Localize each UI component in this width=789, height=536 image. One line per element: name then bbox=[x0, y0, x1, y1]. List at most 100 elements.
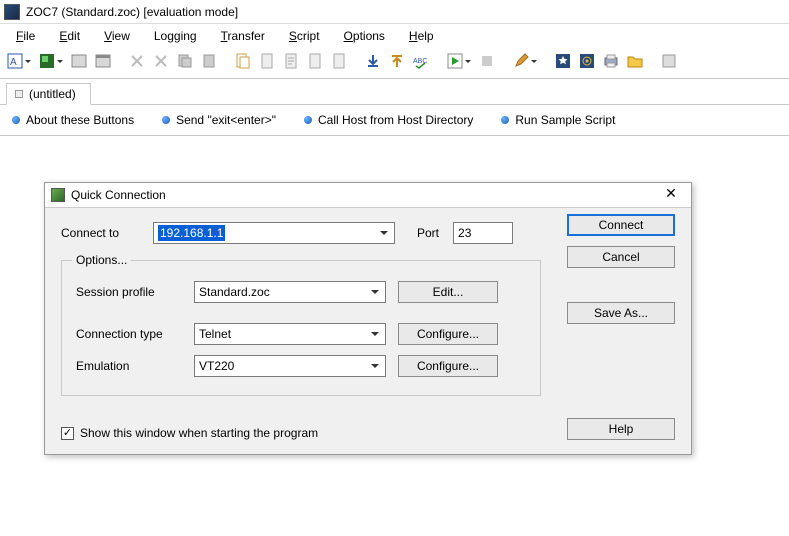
session-profile-combo[interactable]: Standard.zoc bbox=[194, 281, 386, 303]
edit-button[interactable]: Edit... bbox=[398, 281, 498, 303]
connect-button[interactable]: Connect bbox=[567, 214, 675, 236]
tb-doc3-icon[interactable] bbox=[280, 50, 302, 72]
titlebar: ZOC7 (Standard.zoc) [evaluation mode] bbox=[0, 0, 789, 24]
menu-logging[interactable]: Logging bbox=[142, 26, 209, 46]
options-group: Options... Session profile Standard.zoc … bbox=[61, 260, 541, 396]
configure-connection-button[interactable]: Configure... bbox=[398, 323, 498, 345]
menu-file[interactable]: File bbox=[4, 26, 47, 46]
menu-options[interactable]: Options bbox=[332, 26, 397, 46]
tb-window2-icon[interactable] bbox=[92, 50, 114, 72]
menu-script[interactable]: Script bbox=[277, 26, 332, 46]
cancel-button[interactable]: Cancel bbox=[567, 246, 675, 268]
app-icon bbox=[4, 4, 20, 20]
connection-type-row: Connection type Telnet Configure... bbox=[76, 323, 526, 345]
button-label: Configure... bbox=[417, 359, 479, 373]
tb-download-icon[interactable] bbox=[362, 50, 384, 72]
port-value: 23 bbox=[458, 226, 471, 240]
configure-emulation-button[interactable]: Configure... bbox=[398, 355, 498, 377]
linkrow: About these Buttons Send "exit<enter>" C… bbox=[0, 105, 789, 136]
tb-sep bbox=[222, 50, 230, 72]
button-label: Connect bbox=[599, 218, 644, 232]
button-label: Save As... bbox=[594, 306, 648, 320]
menu-help[interactable]: Help bbox=[397, 26, 446, 46]
save-as-button[interactable]: Save As... bbox=[567, 302, 675, 324]
tb-window1-icon[interactable] bbox=[68, 50, 90, 72]
tab-label: (untitled) bbox=[29, 87, 76, 101]
link-label: About these Buttons bbox=[26, 113, 134, 127]
toolbar: A ABC bbox=[0, 48, 789, 79]
close-icon[interactable]: ✕ bbox=[657, 186, 685, 204]
link-send-exit[interactable]: Send "exit<enter>" bbox=[162, 113, 276, 127]
button-label: Configure... bbox=[417, 327, 479, 341]
tb-sep bbox=[648, 50, 656, 72]
tabstrip: (untitled) bbox=[0, 79, 789, 105]
connection-type-value: Telnet bbox=[199, 327, 231, 341]
window-title: ZOC7 (Standard.zoc) [evaluation mode] bbox=[26, 5, 785, 19]
emulation-label: Emulation bbox=[76, 359, 194, 373]
emulation-value: VT220 bbox=[199, 359, 234, 373]
session-profile-row: Session profile Standard.zoc Edit... bbox=[76, 281, 526, 303]
tb-paste-icon[interactable] bbox=[198, 50, 220, 72]
connect-to-combo[interactable]: 192.168.1.1 bbox=[153, 222, 395, 244]
tb-target-icon[interactable] bbox=[576, 50, 598, 72]
dialog-title: Quick Connection bbox=[71, 188, 657, 202]
connect-to-label: Connect to bbox=[61, 226, 153, 240]
dialog-body: Connect Cancel Save As... Connect to 192… bbox=[45, 208, 691, 454]
link-run-sample[interactable]: Run Sample Script bbox=[501, 113, 615, 127]
options-group-label: Options... bbox=[72, 253, 131, 267]
menu-transfer[interactable]: Transfer bbox=[209, 26, 277, 46]
menu-edit[interactable]: Edit bbox=[47, 26, 92, 46]
dialog-right-column: Connect Cancel Save As... bbox=[567, 214, 675, 324]
tb-sep bbox=[500, 50, 508, 72]
link-label: Run Sample Script bbox=[515, 113, 615, 127]
link-about[interactable]: About these Buttons bbox=[12, 113, 134, 127]
tb-folder-icon[interactable] bbox=[624, 50, 646, 72]
quick-connection-dialog: Quick Connection ✕ Connect Cancel Save A… bbox=[44, 182, 692, 455]
menu-view[interactable]: View bbox=[92, 26, 142, 46]
spacer bbox=[567, 278, 675, 292]
tb-sep bbox=[352, 50, 360, 72]
tb-star-icon[interactable] bbox=[552, 50, 574, 72]
help-button[interactable]: Help bbox=[567, 418, 675, 440]
port-input[interactable]: 23 bbox=[453, 222, 513, 244]
button-label: Cancel bbox=[602, 250, 639, 264]
tb-stop-icon[interactable] bbox=[476, 50, 498, 72]
tb-play-icon[interactable] bbox=[444, 50, 466, 72]
tb-sep bbox=[542, 50, 550, 72]
connection-type-label: Connection type bbox=[76, 327, 194, 341]
port-label: Port bbox=[417, 226, 439, 240]
dialog-titlebar[interactable]: Quick Connection ✕ bbox=[45, 183, 691, 208]
emulation-combo[interactable]: VT220 bbox=[194, 355, 386, 377]
bullet-icon bbox=[501, 116, 509, 124]
tab-untitled[interactable]: (untitled) bbox=[6, 83, 91, 105]
tb-doc4-icon[interactable] bbox=[304, 50, 326, 72]
tb-doc1-icon[interactable] bbox=[232, 50, 254, 72]
tb-misc-icon[interactable] bbox=[658, 50, 680, 72]
session-profile-label: Session profile bbox=[76, 285, 194, 299]
show-on-start-checkbox[interactable]: ✓ bbox=[61, 427, 74, 440]
button-label: Help bbox=[609, 422, 634, 436]
tb-printer-icon[interactable] bbox=[600, 50, 622, 72]
tb-spellcheck-icon[interactable]: ABC bbox=[410, 50, 432, 72]
tb-cut-icon[interactable] bbox=[126, 50, 148, 72]
bullet-icon bbox=[162, 116, 170, 124]
bullet-icon bbox=[12, 116, 20, 124]
tb-doc2-icon[interactable] bbox=[256, 50, 278, 72]
emulation-row: Emulation VT220 Configure... bbox=[76, 355, 526, 377]
connect-to-value: 192.168.1.1 bbox=[158, 225, 225, 241]
tb-palette-icon[interactable] bbox=[36, 50, 58, 72]
button-label: Edit... bbox=[433, 285, 464, 299]
tb-font-icon[interactable]: A bbox=[4, 50, 26, 72]
tb-doc5-icon[interactable] bbox=[328, 50, 350, 72]
bullet-icon bbox=[304, 116, 312, 124]
tb-edit-icon[interactable] bbox=[510, 50, 532, 72]
tb-delete-icon[interactable] bbox=[150, 50, 172, 72]
session-profile-value: Standard.zoc bbox=[199, 285, 270, 299]
connection-type-combo[interactable]: Telnet bbox=[194, 323, 386, 345]
link-label: Call Host from Host Directory bbox=[318, 113, 473, 127]
tb-copy-icon[interactable] bbox=[174, 50, 196, 72]
tb-upload-icon[interactable] bbox=[386, 50, 408, 72]
menubar: File Edit View Logging Transfer Script O… bbox=[0, 24, 789, 48]
link-call-host[interactable]: Call Host from Host Directory bbox=[304, 113, 473, 127]
link-label: Send "exit<enter>" bbox=[176, 113, 276, 127]
